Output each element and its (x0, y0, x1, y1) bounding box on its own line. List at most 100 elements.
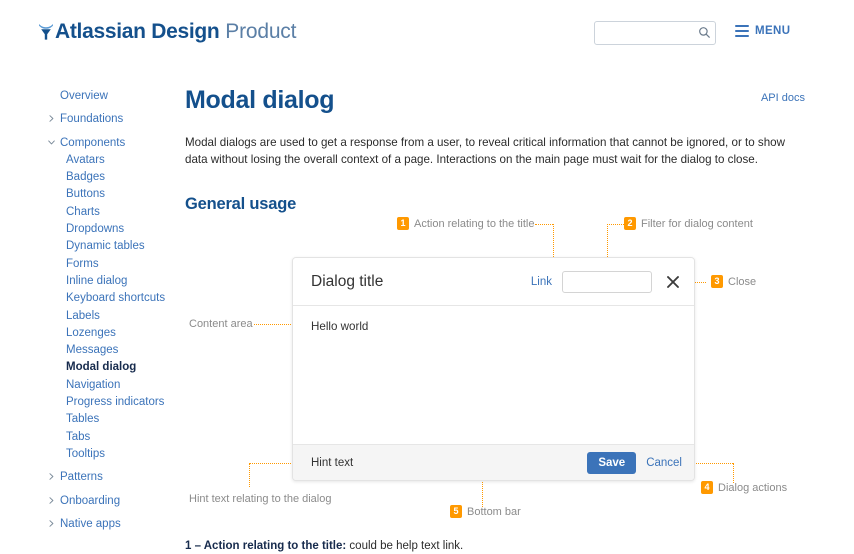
sidebar-item-labels[interactable]: Labels (0, 308, 180, 325)
sidebar-item-label: Progress indicators (66, 396, 165, 409)
annotation-2: 2 Filter for dialog content (624, 217, 753, 230)
sidebar-item-keyboard-shortcuts[interactable]: Keyboard shortcuts (0, 290, 180, 307)
page-description: Modal dialogs are used to get a response… (185, 136, 785, 166)
annotation-label-content-area: Content area (189, 318, 253, 330)
annotation-badge-2: 2 (624, 217, 636, 230)
main-content: Modal dialog API docs Modal dialogs are … (185, 85, 805, 214)
sidebar-item-label: Labels (66, 309, 100, 322)
sidebar-item-label: Avatars (66, 153, 105, 166)
sidebar-item-badges[interactable]: Badges (0, 169, 180, 186)
sidebar-item-patterns[interactable]: Patterns (0, 469, 180, 486)
sidebar-item-label: Overview (60, 90, 108, 102)
modal-title-action-link[interactable]: Link (531, 276, 552, 288)
leader-line-2-h (607, 224, 624, 225)
chevron-right-icon[interactable] (48, 496, 56, 505)
sidebar-item-tooltips[interactable]: Tooltips (0, 446, 180, 463)
annotation-label-1: Action relating to the title (414, 217, 535, 230)
sidebar-item-label: Modal dialog (66, 361, 137, 374)
leader-line-hint-v (249, 463, 250, 487)
footnote-1-rest: could be help text link. (346, 540, 464, 552)
sidebar-item-inline-dialog[interactable]: Inline dialog (0, 273, 180, 290)
menu-button[interactable]: MENU (735, 25, 790, 37)
modal-body-text: Hello world (311, 320, 369, 333)
annotation-label-2: Filter for dialog content (641, 217, 753, 230)
annotation-3: 3 Close (711, 275, 756, 288)
search-box[interactable] (594, 21, 716, 45)
logo-text-bold: Atlassian Design (55, 20, 220, 43)
chevron-right-icon[interactable] (48, 520, 56, 528)
annotation-badge-1: 1 (397, 217, 409, 230)
sidebar-item-navigation[interactable]: Navigation (0, 377, 180, 394)
sidebar-item-label: Dropdowns (66, 223, 125, 236)
cancel-button[interactable]: Cancel (646, 457, 682, 469)
modal-dialog: Dialog title Link Hello world Hint text … (292, 257, 695, 481)
sidebar-item-avatars[interactable]: Avatars (0, 152, 180, 169)
sidebar-item-label: Tabs (66, 430, 91, 443)
sidebar-item-label: Forms (66, 257, 99, 270)
sidebar-item-label: Badges (66, 171, 106, 184)
sidebar-item-label: Patterns (60, 471, 103, 484)
sidebar-item-tables[interactable]: Tables (0, 411, 180, 428)
sidebar-item-label: Messages (66, 344, 119, 357)
sidebar-item-label: Foundations (60, 113, 124, 126)
sidebar-item-label: Tables (66, 413, 100, 426)
page-title: Modal dialog (185, 86, 335, 114)
sidebar-item-label: Lozenges (66, 326, 116, 339)
sidebar-item-label: Native apps (60, 517, 121, 530)
logo-text-light: Product (225, 20, 297, 43)
sidebar-item-label: Inline dialog (66, 274, 128, 287)
sidebar-item-onboarding[interactable]: Onboarding (0, 493, 180, 510)
site-logo[interactable]: Atlassian Design Product (38, 19, 296, 45)
footnote-1: 1 – Action relating to the title: could … (185, 540, 463, 552)
sidebar-item-components[interactable]: Components (0, 135, 180, 152)
footnote-1-bold: 1 – Action relating to the title: (185, 540, 347, 552)
modal-header: Dialog title Link (293, 258, 694, 306)
chevron-down-icon[interactable] (48, 139, 56, 147)
annotation-5: 5 Bottom bar (450, 505, 521, 518)
annotation-1: 1 Action relating to the title (397, 217, 534, 230)
site-header: Atlassian Design Product MENU (0, 0, 854, 66)
search-input[interactable] (594, 21, 716, 45)
sidebar-item-label: Navigation (66, 378, 121, 391)
atlassian-logo-icon (38, 22, 54, 40)
annotation-label-5: Bottom bar (467, 505, 521, 518)
sidebar-item-label: Dynamic tables (66, 240, 145, 253)
api-docs-link[interactable]: API docs (761, 92, 805, 104)
annotation-badge-5: 5 (450, 505, 462, 518)
sidebar-item-buttons[interactable]: Buttons (0, 186, 180, 203)
sidebar-item-overview[interactable]: Overview (0, 88, 180, 105)
sidebar-item-label: Buttons (66, 188, 105, 201)
sidebar-item-native-apps[interactable]: Native apps (0, 516, 180, 533)
sidebar-item-charts[interactable]: Charts (0, 204, 180, 221)
leader-line-4-v (733, 463, 734, 483)
save-button[interactable]: Save (587, 451, 637, 474)
chevron-right-icon[interactable] (48, 115, 56, 123)
annotation-badge-4: 4 (701, 481, 713, 494)
annotation-label-4: Dialog actions (718, 481, 788, 494)
annotation-4: 4 Dialog actions (701, 481, 787, 494)
sidebar-nav: Overview Foundations Components Avatars Badg… (0, 88, 180, 533)
hamburger-icon (735, 25, 749, 37)
sidebar-item-messages[interactable]: Messages (0, 342, 180, 359)
sidebar-item-tabs[interactable]: Tabs (0, 429, 180, 446)
menu-button-label: MENU (755, 25, 791, 37)
close-icon[interactable] (666, 275, 680, 289)
modal-title: Dialog title (311, 272, 384, 290)
sidebar-item-dropdowns[interactable]: Dropdowns (0, 221, 180, 238)
modal-filter-input[interactable] (562, 270, 652, 293)
chevron-right-icon[interactable] (48, 473, 56, 481)
sidebar-item-label: Keyboard shortcuts (66, 292, 166, 305)
sidebar-item-progress-indicators[interactable]: Progress indicators (0, 394, 180, 411)
sidebar-item-dynamic-tables[interactable]: Dynamic tables (0, 238, 180, 255)
sidebar-item-label: Charts (66, 205, 100, 218)
sidebar-item-foundations[interactable]: Foundations (0, 111, 180, 128)
annotation-badge-3: 3 (711, 275, 723, 288)
sidebar-item-label: Tooltips (66, 447, 105, 460)
annotation-label-hint-text: Hint text relating to the dialog (189, 493, 332, 505)
sidebar-item-modal-dialog[interactable]: Modal dialog (0, 359, 180, 376)
sidebar-item-lozenges[interactable]: Lozenges (0, 325, 180, 342)
modal-bottom-bar: Hint text Save Cancel (293, 444, 694, 480)
sidebar-item-forms[interactable]: Forms (0, 256, 180, 273)
sidebar-item-label: Components (60, 136, 126, 149)
annotation-hint-text: Hint text relating to the dialog (189, 493, 331, 505)
